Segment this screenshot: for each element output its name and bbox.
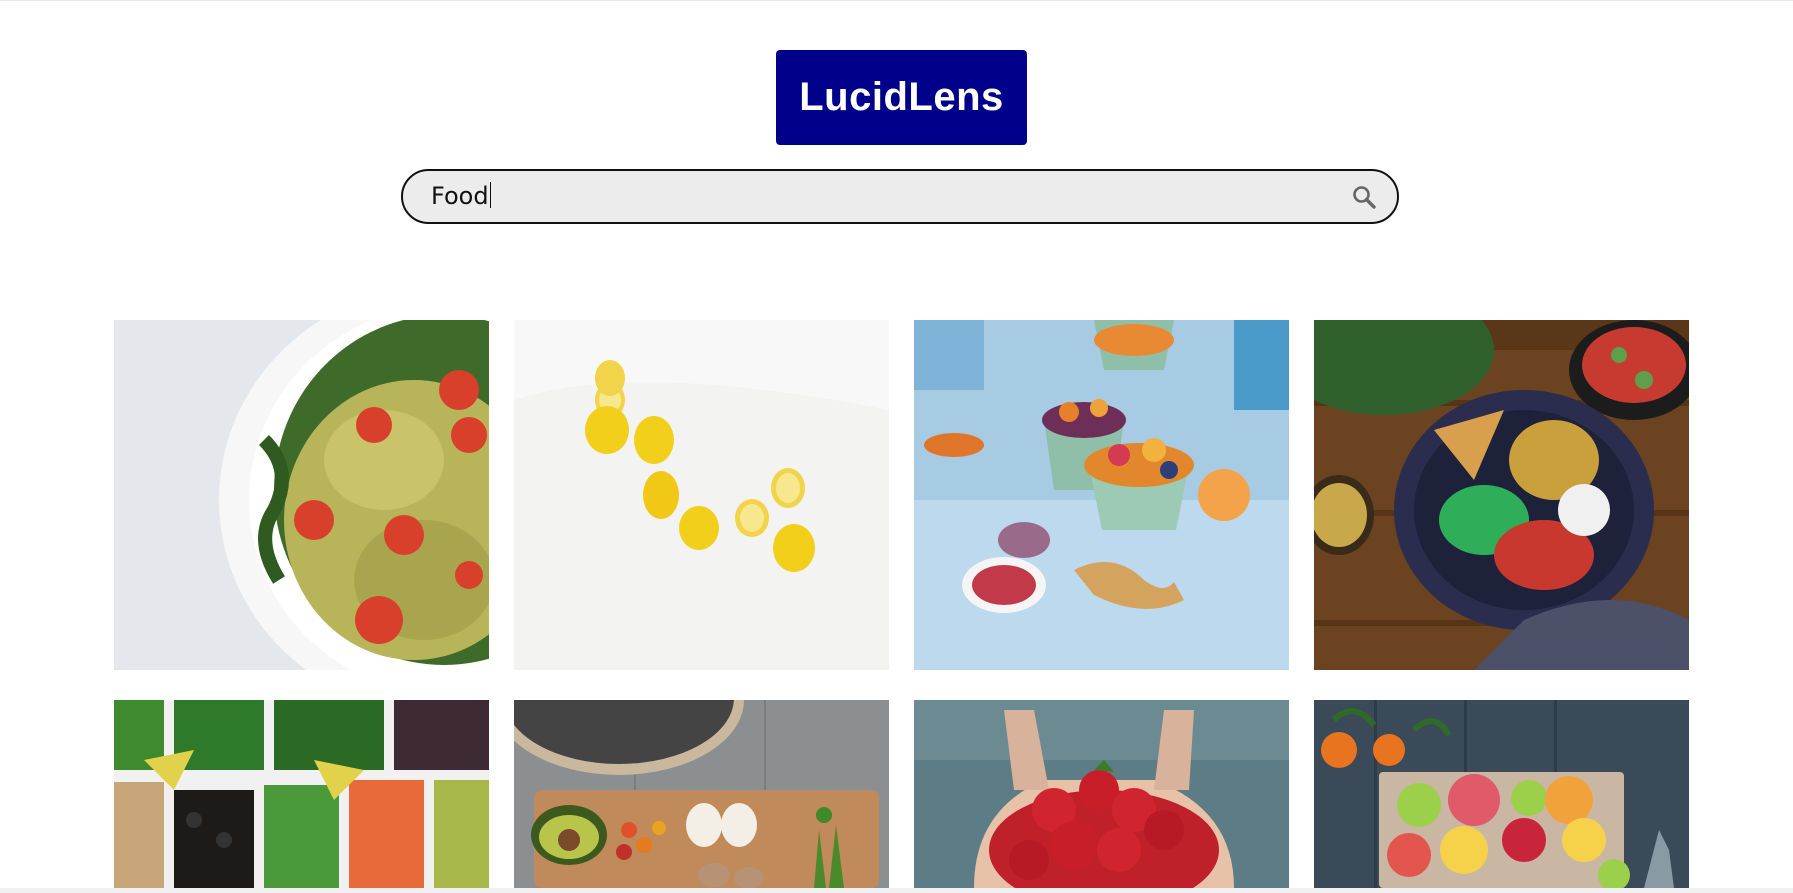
cutting-board-ingredients-image[interactable] bbox=[514, 700, 889, 888]
strawberries-in-hands-image[interactable] bbox=[914, 700, 1289, 888]
pasta-salad-image[interactable] bbox=[114, 320, 489, 670]
vegetable-bowl-image[interactable] bbox=[1314, 320, 1689, 670]
search-input-value: Food bbox=[431, 182, 489, 210]
top-border bbox=[0, 0, 1793, 1]
logo[interactable]: LucidLens bbox=[776, 50, 1027, 145]
sliced-citrus-image[interactable] bbox=[1314, 700, 1689, 888]
page-bottom-edge bbox=[0, 888, 1793, 893]
smoothie-bowls-image[interactable] bbox=[914, 320, 1289, 670]
lemons-image[interactable] bbox=[514, 320, 889, 670]
search-input[interactable]: Food bbox=[431, 171, 492, 222]
text-caret bbox=[489, 182, 492, 208]
salad-bar-image[interactable] bbox=[114, 700, 489, 888]
search-bar[interactable]: Food bbox=[401, 169, 1399, 224]
search-icon[interactable] bbox=[1351, 184, 1377, 210]
